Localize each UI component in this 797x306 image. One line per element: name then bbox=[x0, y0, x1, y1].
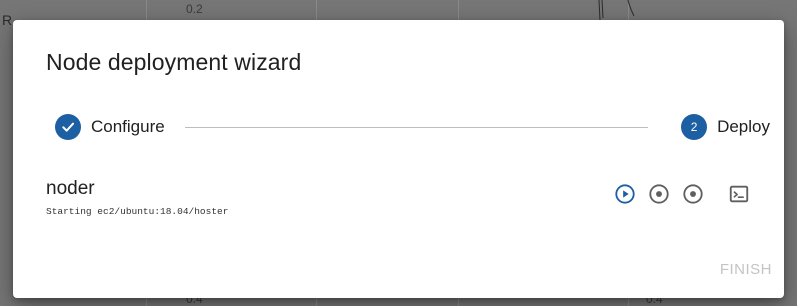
radio-dot-icon[interactable] bbox=[648, 183, 670, 205]
step-configure[interactable]: Configure bbox=[55, 112, 165, 142]
terminal-icon[interactable] bbox=[728, 183, 750, 205]
node-actions bbox=[614, 183, 750, 205]
background-curve bbox=[598, 0, 635, 21]
step-label: Deploy bbox=[717, 117, 770, 136]
step-deploy[interactable]: 2 Deploy bbox=[681, 112, 770, 142]
stepper-connector bbox=[185, 127, 648, 128]
play-circle-icon[interactable] bbox=[614, 183, 636, 205]
finish-button[interactable]: FINISH bbox=[720, 257, 772, 282]
check-icon bbox=[55, 114, 81, 140]
background-tick-label: 0.2 bbox=[186, 2, 203, 16]
background-edge-letter: R bbox=[2, 12, 13, 28]
node-status: Starting ec2/ubuntu:18.04/hoster bbox=[46, 206, 229, 217]
step-label: Configure bbox=[91, 117, 165, 136]
node-name: noder bbox=[46, 178, 95, 199]
step-number: 2 bbox=[681, 114, 708, 140]
dialog-title: Node deployment wizard bbox=[46, 49, 302, 75]
radio-dot-icon[interactable] bbox=[682, 183, 704, 205]
deployment-wizard-dialog: Node deployment wizard Configure 2 Deplo… bbox=[13, 20, 784, 298]
